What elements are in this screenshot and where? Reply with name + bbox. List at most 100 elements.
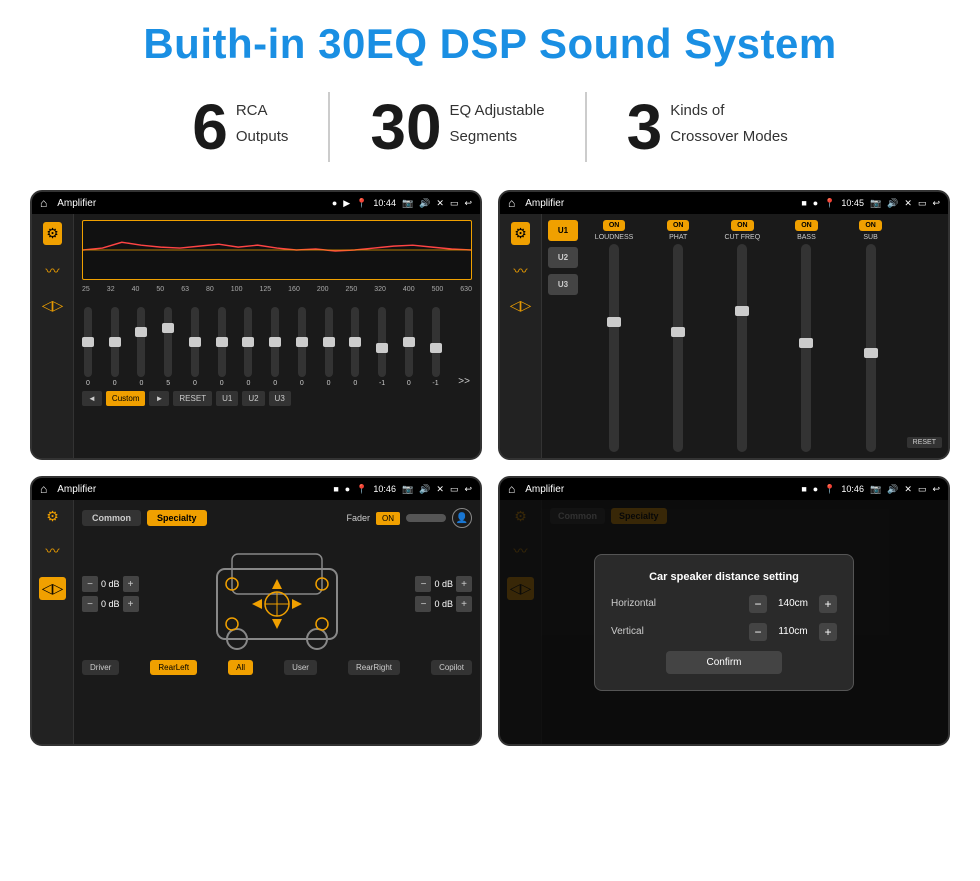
back-icon-2[interactable]: ↩ bbox=[932, 198, 940, 209]
eq-icon-1[interactable]: ⚙ bbox=[43, 222, 62, 245]
rr-plus[interactable]: + bbox=[456, 596, 472, 612]
fr-plus[interactable]: + bbox=[456, 576, 472, 592]
band-630: 630 bbox=[460, 286, 472, 293]
horizontal-plus[interactable]: + bbox=[819, 595, 837, 613]
profile-icon[interactable]: 👤 bbox=[452, 508, 472, 528]
u2-btn-1[interactable]: U2 bbox=[242, 391, 264, 406]
camera-icon-1: 📷 bbox=[402, 198, 413, 209]
band-32: 32 bbox=[107, 286, 115, 293]
fr-minus[interactable]: − bbox=[415, 576, 431, 592]
rear-left-row: − 0 dB + bbox=[82, 596, 139, 612]
fl-value: 0 dB bbox=[101, 579, 120, 589]
slider-11: 0 bbox=[351, 307, 359, 387]
camera-icon-4: 📷 bbox=[870, 484, 881, 495]
home-icon-2[interactable]: ⌂ bbox=[508, 196, 515, 210]
back-icon-4[interactable]: ↩ bbox=[932, 484, 940, 495]
slider-4: 5 bbox=[164, 307, 172, 387]
screen1-body: ⚙ 〰 ◁▷ 25 32 40 bbox=[32, 214, 480, 458]
phat-toggle[interactable]: ON bbox=[667, 220, 690, 231]
vertical-row: Vertical − 110cm + bbox=[611, 623, 837, 641]
vertical-plus[interactable]: + bbox=[819, 623, 837, 641]
eq-sliders: 0 0 0 5 0 0 0 0 0 0 0 -1 0 -1 >> bbox=[82, 297, 472, 387]
prev-preset-btn[interactable]: ◄ bbox=[82, 391, 102, 406]
screen3-title: Amplifier bbox=[57, 484, 327, 495]
fl-plus[interactable]: + bbox=[123, 576, 139, 592]
specialty-tab[interactable]: Specialty bbox=[147, 510, 207, 526]
stat-rca-label2: Outputs bbox=[236, 121, 289, 147]
loudness-toggle[interactable]: ON bbox=[603, 220, 626, 231]
common-tab[interactable]: Common bbox=[82, 510, 141, 526]
wave-icon-3[interactable]: 〰 bbox=[46, 541, 60, 561]
eq-band-labels: 25 32 40 50 63 80 100 125 160 200 250 32… bbox=[82, 286, 472, 293]
bass-toggle[interactable]: ON bbox=[795, 220, 818, 231]
x-icon-2: ✕ bbox=[904, 198, 912, 209]
eq-icon-2[interactable]: ⚙ bbox=[511, 222, 530, 245]
rl-plus[interactable]: + bbox=[123, 596, 139, 612]
expand-icon[interactable]: >> bbox=[458, 376, 470, 387]
u3-btn-1[interactable]: U3 bbox=[269, 391, 291, 406]
back-icon-1[interactable]: ↩ bbox=[464, 198, 472, 209]
cutfreq-toggle[interactable]: ON bbox=[731, 220, 754, 231]
rl-minus[interactable]: − bbox=[82, 596, 98, 612]
location-icon-1: 📍 bbox=[356, 198, 367, 209]
rearright-btn[interactable]: RearRight bbox=[348, 660, 400, 675]
speaker-icon-3[interactable]: ◁▷ bbox=[39, 577, 67, 600]
stat-crossover-label1: Kinds of bbox=[670, 95, 788, 121]
fader-toggle[interactable]: ON bbox=[376, 512, 400, 525]
phat-name: PHAT bbox=[669, 234, 687, 241]
home-icon-3[interactable]: ⌂ bbox=[40, 482, 47, 496]
stat-crossover-number: 3 bbox=[627, 95, 663, 159]
speaker-icon-2[interactable]: ◁▷ bbox=[510, 297, 532, 314]
u1-preset-btn[interactable]: U1 bbox=[548, 220, 578, 241]
custom-preset-btn[interactable]: Custom bbox=[106, 391, 146, 406]
rearleft-btn[interactable]: RearLeft bbox=[150, 660, 197, 675]
screen2-title: Amplifier bbox=[525, 198, 795, 209]
u3-preset-btn[interactable]: U3 bbox=[548, 274, 578, 295]
u1-btn-1[interactable]: U1 bbox=[216, 391, 238, 406]
stat-eq-label1: EQ Adjustable bbox=[450, 95, 545, 121]
status-bar-3: ⌂ Amplifier ■ ● 📍 10:46 📷 🔊 ✕ ▭ ↩ bbox=[32, 478, 480, 500]
screen2-body: ⚙ 〰 ◁▷ U1 U2 U3 ON LOUDNESS bbox=[500, 214, 948, 458]
eq-icon-3[interactable]: ⚙ bbox=[46, 508, 59, 525]
horizontal-minus[interactable]: − bbox=[749, 595, 767, 613]
wave-icon-1[interactable]: 〰 bbox=[46, 261, 60, 281]
stat-crossover-label2: Crossover Modes bbox=[670, 121, 788, 147]
amp-reset-btn[interactable]: RESET bbox=[907, 437, 942, 448]
screenshots-grid: ⌂ Amplifier ● ▶ 📍 10:44 📷 🔊 ✕ ▭ ↩ ⚙ 〰 ◁▷ bbox=[30, 190, 950, 746]
eq-graph bbox=[82, 220, 472, 280]
wave-icon-2[interactable]: 〰 bbox=[514, 261, 528, 281]
stat-rca-number: 6 bbox=[192, 95, 228, 159]
reset-btn-1[interactable]: RESET bbox=[173, 391, 212, 406]
location-icon-3: 📍 bbox=[356, 484, 367, 495]
time-2: 10:45 bbox=[841, 198, 864, 208]
horizontal-control: − 140cm + bbox=[749, 595, 837, 613]
screen-dialog: ⌂ Amplifier ■ ● 📍 10:46 📷 🔊 ✕ ▭ ↩ ⚙ 〰 ◁▷ bbox=[498, 476, 950, 746]
volume-icon-1: 🔊 bbox=[419, 198, 430, 209]
next-preset-btn[interactable]: ► bbox=[149, 391, 169, 406]
all-btn[interactable]: All bbox=[228, 660, 253, 675]
driver-btn[interactable]: Driver bbox=[82, 660, 119, 675]
home-icon-4[interactable]: ⌂ bbox=[508, 482, 515, 496]
vertical-minus[interactable]: − bbox=[749, 623, 767, 641]
rr-minus[interactable]: − bbox=[415, 596, 431, 612]
slider-13: 0 bbox=[405, 307, 413, 387]
battery-icon-1: ▭ bbox=[450, 198, 459, 209]
band-80: 80 bbox=[206, 286, 214, 293]
amp-presets: U1 U2 U3 bbox=[548, 220, 578, 452]
copilot-btn[interactable]: Copilot bbox=[431, 660, 472, 675]
dot2-icon-3: ● bbox=[345, 484, 350, 494]
user-btn[interactable]: User bbox=[284, 660, 317, 675]
fader-slider[interactable] bbox=[406, 514, 446, 522]
sub-toggle[interactable]: ON bbox=[859, 220, 882, 231]
u2-preset-btn[interactable]: U2 bbox=[548, 247, 578, 268]
fl-minus[interactable]: − bbox=[82, 576, 98, 592]
back-icon-3[interactable]: ↩ bbox=[464, 484, 472, 495]
status-bar-2: ⌂ Amplifier ■ ● 📍 10:45 📷 🔊 ✕ ▭ ↩ bbox=[500, 192, 948, 214]
speaker-icon-1[interactable]: ◁▷ bbox=[42, 297, 64, 314]
stat-eq: 30 EQ Adjustable Segments bbox=[330, 95, 584, 159]
screen-crossover: ⌂ Amplifier ■ ● 📍 10:46 📷 🔊 ✕ ▭ ↩ ⚙ 〰 ◁▷ bbox=[30, 476, 482, 746]
cutfreq-name: CUT FREQ bbox=[724, 234, 760, 241]
confirm-button[interactable]: Confirm bbox=[666, 651, 781, 674]
home-icon-1[interactable]: ⌂ bbox=[40, 196, 47, 210]
band-63: 63 bbox=[181, 286, 189, 293]
